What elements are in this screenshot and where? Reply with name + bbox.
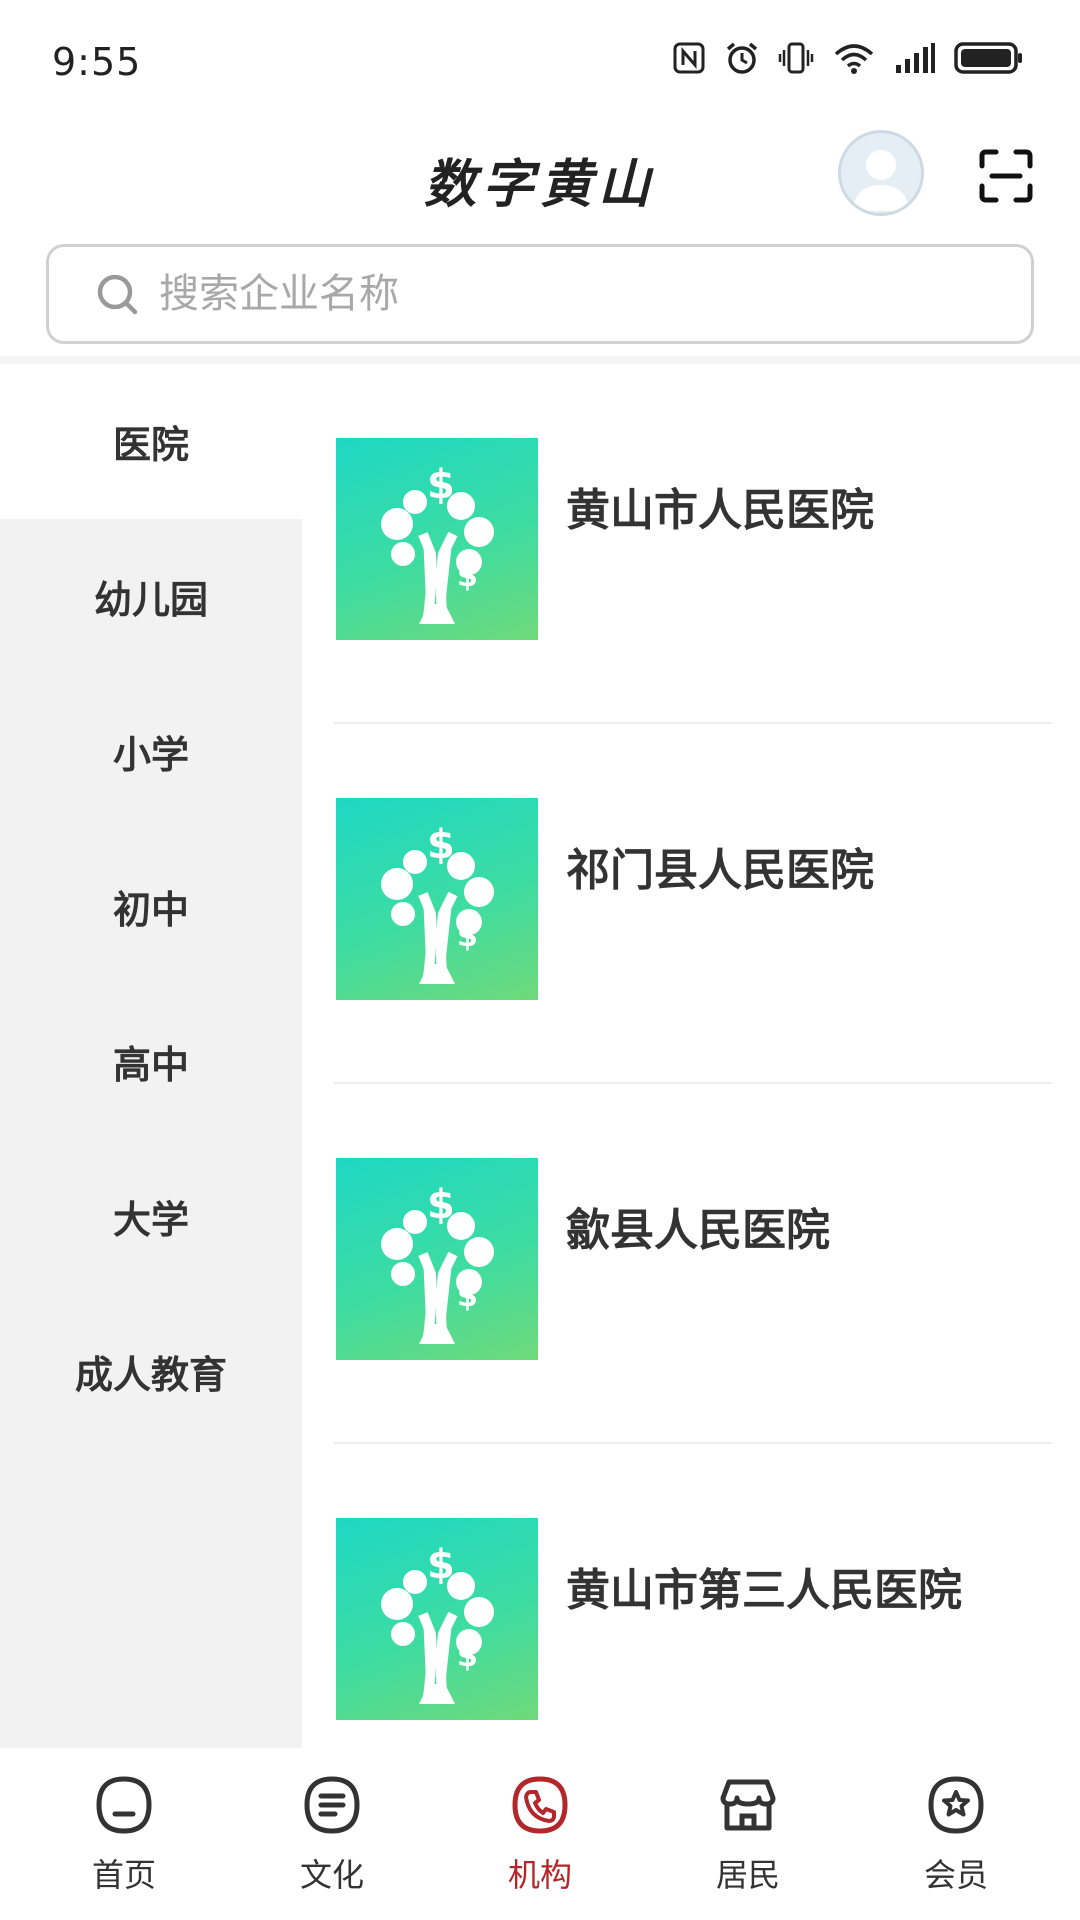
shop-icon — [720, 1779, 776, 1831]
avatar[interactable] — [838, 130, 924, 216]
tab-label: 机构 — [507, 1856, 572, 1894]
app-header: 数字黄山 — [0, 120, 1080, 230]
nfc-icon — [673, 42, 705, 74]
institution-name: 黄山市人民医院 — [566, 485, 874, 536]
list-item[interactable]: $ $ 黄山市人民医院 — [334, 364, 1052, 724]
svg-text:$: $ — [427, 1182, 455, 1228]
tab-institutions[interactable]: 机构 — [450, 1748, 630, 1920]
money-tree-logo: $ $ — [381, 1542, 494, 1704]
sidebar-item-junior-high[interactable]: 初中 — [0, 829, 302, 984]
search-icon — [97, 274, 138, 315]
home-icon — [96, 1776, 152, 1834]
institution-logo: $ $ — [336, 1518, 538, 1720]
tab-home[interactable]: 首页 — [34, 1748, 214, 1920]
status-time: 9:55 — [52, 40, 142, 84]
money-tree-logo: $ $ — [381, 1182, 494, 1344]
tab-label: 居民 — [715, 1856, 780, 1894]
sidebar-item-primary-school[interactable]: 小学 — [0, 674, 302, 829]
avatar-icon — [853, 150, 909, 211]
status-icons — [672, 40, 1024, 76]
category-sidebar: 医院 幼儿园 小学 初中 高中 大学 成人教育 — [0, 364, 302, 1748]
wifi-icon — [834, 44, 874, 74]
list-item[interactable]: $ $ 祁门县人民医院 — [334, 724, 1052, 1084]
document-icon — [304, 1776, 360, 1834]
list-item[interactable]: $ $ 黄山市第三人民医院 — [334, 1444, 1052, 1748]
sidebar-item-kindergarten[interactable]: 幼儿园 — [0, 519, 302, 674]
status-bar: 9:55 — [0, 0, 1080, 120]
tab-residents[interactable]: 居民 — [658, 1748, 838, 1920]
app-screen: 9:55 数字黄山 搜索企业名称 医院 幼儿园 小学 初中 高中 大学 成人教育… — [0, 0, 1080, 1920]
scan-icon[interactable] — [978, 148, 1034, 204]
header-divider — [0, 356, 1080, 364]
signal-icon — [896, 43, 935, 73]
sidebar-item-adult-education[interactable]: 成人教育 — [0, 1294, 302, 1449]
institution-logo: $ $ — [336, 1158, 538, 1360]
alarm-icon — [726, 42, 758, 74]
institution-name: 祁门县人民医院 — [566, 845, 874, 896]
svg-text:$: $ — [457, 1279, 478, 1314]
tab-culture[interactable]: 文化 — [242, 1748, 422, 1920]
bottom-tab-bar: 首页 文化 机构 居民 会员 — [0, 1748, 1080, 1920]
svg-text:$: $ — [427, 822, 455, 868]
institution-name: 黄山市第三人民医院 — [566, 1565, 962, 1616]
svg-text:$: $ — [427, 1542, 455, 1588]
svg-text:$: $ — [457, 1639, 478, 1674]
sidebar-item-university[interactable]: 大学 — [0, 1139, 302, 1294]
vibrate-icon — [778, 42, 814, 74]
institution-logo: $ $ — [336, 438, 538, 640]
tab-label: 首页 — [91, 1856, 156, 1894]
tab-label: 会员 — [923, 1856, 988, 1894]
list-item[interactable]: $ $ 歙县人民医院 — [334, 1084, 1052, 1444]
institution-logo: $ $ — [336, 798, 538, 1000]
sidebar-item-senior-high[interactable]: 高中 — [0, 984, 302, 1139]
tab-membership[interactable]: 会员 — [866, 1748, 1046, 1920]
institution-name: 歙县人民医院 — [566, 1205, 830, 1256]
institution-list: $ $ 黄山市人民医院 $ $ 祁门县人民医院 $ $ 歙县人民医院 $ $ 黄… — [302, 364, 1080, 1748]
svg-text:$: $ — [457, 559, 478, 594]
sidebar-item-hospital[interactable]: 医院 — [0, 364, 302, 519]
search-input[interactable] — [159, 271, 979, 317]
search-box[interactable] — [46, 244, 1034, 344]
tab-label: 文化 — [299, 1856, 364, 1894]
star-badge-icon — [928, 1776, 984, 1834]
svg-text:$: $ — [457, 919, 478, 954]
money-tree-logo: $ $ — [381, 462, 494, 624]
phone-icon — [512, 1776, 568, 1834]
money-tree-logo: $ $ — [381, 822, 494, 984]
battery-icon — [954, 42, 1022, 74]
svg-text:$: $ — [427, 462, 455, 508]
